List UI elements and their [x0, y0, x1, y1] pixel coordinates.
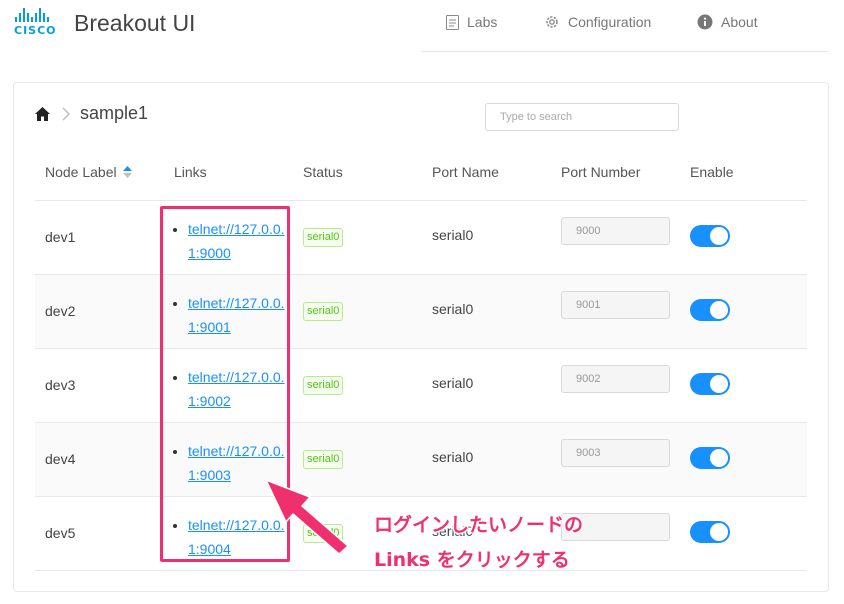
port-number-field[interactable]: 9000	[561, 217, 670, 245]
enable-toggle[interactable]	[690, 447, 730, 469]
document-icon	[446, 14, 459, 30]
node-links: telnet://127.0.0.1:9004	[174, 513, 286, 561]
enable-toggle[interactable]	[690, 225, 730, 247]
status-badge: serial0	[303, 228, 344, 247]
telnet-link[interactable]: telnet://127.0.0.1:9001	[188, 295, 285, 335]
nodes-table: Node Label Links Status Port Name Port N…	[35, 143, 807, 571]
cisco-logo: CISCO	[14, 8, 62, 38]
node-links: telnet://127.0.0.1:9000	[174, 217, 286, 265]
status-badge: serial0	[303, 376, 344, 395]
port-name: serial0	[432, 227, 474, 243]
port-name: serial0	[432, 301, 474, 317]
status-badge: serial0	[303, 450, 344, 469]
table-row: dev4 telnet://127.0.0.1:9003 serial0 ser…	[35, 423, 807, 497]
app-title: Breakout UI	[74, 9, 196, 36]
nav-configuration-label: Configuration	[568, 14, 652, 30]
telnet-link[interactable]: telnet://127.0.0.1:9000	[188, 221, 285, 261]
status-badge: serial0	[303, 524, 344, 543]
node-label: dev3	[45, 377, 76, 393]
enable-toggle[interactable]	[690, 521, 730, 543]
brand: CISCO Breakout UI	[14, 8, 195, 38]
telnet-link[interactable]: telnet://127.0.0.1:9002	[188, 369, 285, 409]
nav-labs[interactable]: Labs	[446, 14, 497, 30]
table-row: dev3 telnet://127.0.0.1:9002 serial0 ser…	[35, 349, 807, 423]
column-port-name: Port Name	[432, 164, 499, 180]
table-row: dev1 telnet://127.0.0.1:9000 serial0 ser…	[35, 201, 807, 275]
column-status: Status	[303, 164, 343, 180]
nav-configuration[interactable]: Configuration	[544, 14, 651, 30]
node-links: telnet://127.0.0.1:9002	[174, 365, 286, 413]
port-name: serial0	[432, 375, 474, 391]
column-enable: Enable	[690, 164, 734, 180]
node-label: dev1	[45, 229, 76, 245]
column-port-number: Port Number	[561, 164, 641, 180]
home-icon[interactable]	[35, 106, 50, 121]
node-label: dev5	[45, 525, 76, 541]
cisco-logo-word: CISCO	[14, 24, 57, 37]
chevron-right-icon	[62, 107, 70, 120]
port-number-field[interactable]: 9001	[561, 291, 670, 319]
node-label: dev4	[45, 451, 76, 467]
info-icon	[697, 14, 713, 30]
table-header: Node Label Links Status Port Name Port N…	[35, 143, 807, 201]
nav-labs-label: Labs	[467, 14, 498, 30]
port-number-field[interactable]: 9003	[561, 439, 670, 467]
port-name: serial0	[432, 449, 474, 465]
column-node-label-text: Node Label	[45, 164, 117, 180]
breadcrumb-current: sample1	[80, 103, 149, 123]
port-number-field[interactable]: 9002	[561, 365, 670, 393]
cisco-bars-icon	[15, 8, 62, 22]
node-links: telnet://127.0.0.1:9001	[174, 291, 286, 339]
annotation-line-2: Links をクリックする	[374, 549, 570, 571]
column-links: Links	[174, 164, 207, 180]
search-input[interactable]	[485, 103, 679, 131]
telnet-link[interactable]: telnet://127.0.0.1:9003	[188, 443, 285, 483]
annotation-text: ログインしたいノードの Links をクリックする	[374, 508, 583, 578]
table-row: dev2 telnet://127.0.0.1:9001 serial0 ser…	[35, 275, 807, 349]
enable-toggle[interactable]	[690, 373, 730, 395]
top-nav: Labs Configuration About	[421, 0, 829, 52]
sort-icon[interactable]	[122, 166, 132, 178]
column-node-label[interactable]: Node Label	[45, 164, 132, 180]
nav-about[interactable]: About	[697, 14, 758, 30]
node-links: telnet://127.0.0.1:9003	[174, 439, 286, 487]
node-label: dev2	[45, 303, 76, 319]
status-badge: serial0	[303, 302, 344, 321]
telnet-link[interactable]: telnet://127.0.0.1:9004	[188, 517, 285, 557]
gear-icon	[546, 16, 558, 28]
annotation-line-1: ログインしたいノードの	[374, 514, 584, 536]
enable-toggle[interactable]	[690, 299, 730, 321]
breadcrumb: sample1	[35, 103, 148, 124]
nav-about-label: About	[721, 14, 758, 30]
